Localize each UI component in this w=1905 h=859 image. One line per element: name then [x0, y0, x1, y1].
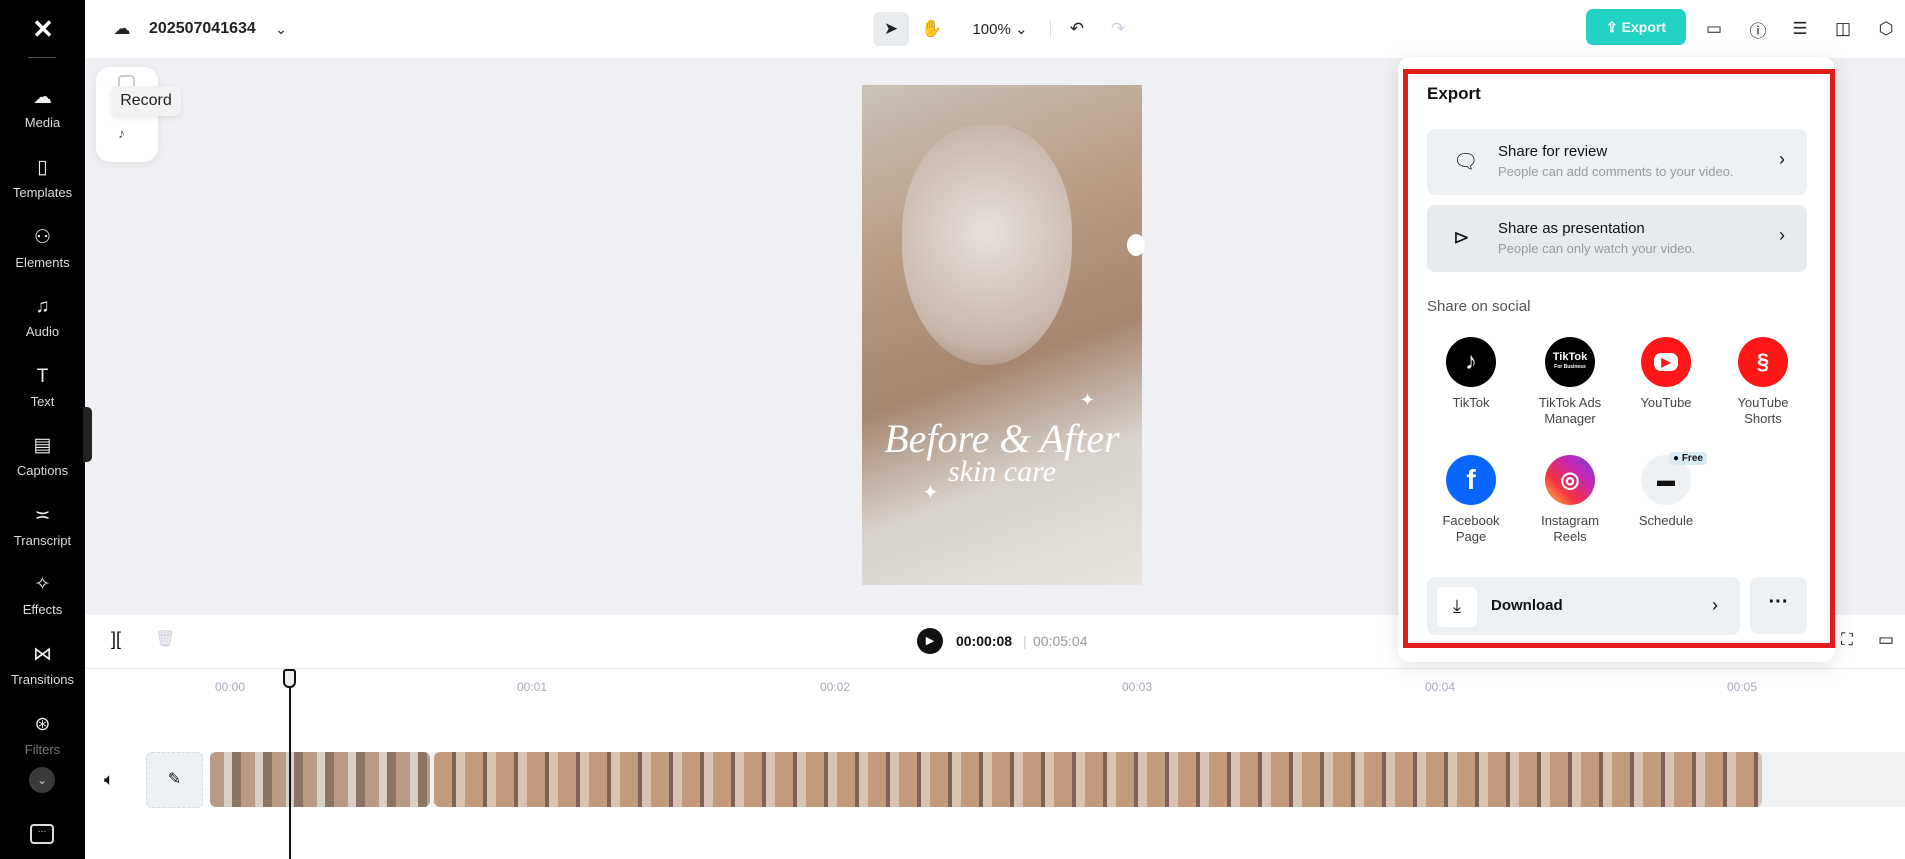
collapse-sidebar-handle[interactable]: [83, 407, 92, 462]
ruler-tick: 00:00: [215, 680, 246, 694]
time-separator: |: [1023, 633, 1027, 649]
effects-icon: ✧: [34, 574, 51, 595]
divider: [85, 668, 1905, 669]
edit-cover-button[interactable]: ✎: [146, 752, 203, 808]
preview-icon[interactable]: ▭: [1878, 630, 1894, 650]
cloud-upload-icon: ☁: [33, 87, 52, 108]
resize-handle[interactable]: [1127, 234, 1145, 256]
sidebar-item-transcript[interactable]: ≍ Transcript: [0, 504, 85, 568]
select-tool-icon[interactable]: ➤: [873, 12, 909, 46]
keyboard-shortcuts-icon[interactable]: ⋯: [30, 824, 54, 844]
video-clip[interactable]: [210, 752, 430, 807]
sidebar-item-text[interactable]: T Text: [0, 365, 85, 429]
sidebar-item-elements[interactable]: ⚇ Elements: [0, 226, 85, 290]
templates-icon: ▯: [37, 157, 48, 178]
ruler-tick: 00:03: [1122, 680, 1153, 694]
highlight-box: [1403, 69, 1835, 648]
hand-tool-icon[interactable]: ✋: [914, 12, 950, 46]
transitions-icon: ⋈: [33, 644, 52, 665]
split-icon[interactable]: ][: [111, 629, 121, 650]
ruler-tick: 00:01: [517, 680, 548, 694]
divider: [1050, 20, 1051, 38]
transcript-icon: ≍: [34, 505, 51, 526]
sidebar: ✕ ☁ Media ▯ Templates ⚇ Elements ♫ Audio T Te…: [0, 0, 85, 859]
delete-icon[interactable]: 🗑: [155, 629, 175, 649]
export-button[interactable]: ⇪ Export: [1586, 9, 1686, 45]
total-time: 00:05:04: [1033, 633, 1088, 649]
help-icon[interactable]: ⓘ: [1743, 12, 1773, 46]
ruler-tick: 00:02: [820, 680, 851, 694]
ruler-tick: 00:04: [1425, 680, 1456, 694]
redo-icon[interactable]: ↷: [1103, 12, 1133, 46]
video-subtitle-text: skin care: [947, 455, 1057, 488]
sidebar-item-audio[interactable]: ♫ Audio: [0, 295, 85, 359]
capcut-logo[interactable]: ✕: [26, 14, 60, 44]
tooltip: Record: [111, 86, 181, 116]
undo-icon[interactable]: ↶: [1062, 12, 1092, 46]
sidebar-item-effects[interactable]: ✧ Effects: [0, 573, 85, 637]
screen-download-icon[interactable]: ▭: [1699, 12, 1729, 46]
top-bar: ☁ 202507041634 ⌄ ➤ ✋ 100% ⌄ ↶ ↷ ⇪ Export…: [85, 0, 1905, 58]
chevron-down-icon[interactable]: ⌄: [271, 12, 291, 46]
play-button[interactable]: ▶: [917, 628, 943, 654]
sidebar-item-transitions[interactable]: ⋈ Transitions: [0, 643, 85, 707]
elements-icon: ⚇: [33, 227, 52, 248]
playhead[interactable]: [289, 670, 291, 859]
current-time: 00:00:08: [956, 633, 1013, 649]
settings-icon[interactable]: ⬡: [1871, 12, 1901, 46]
sidebar-item-captions[interactable]: ▤ Captions: [0, 434, 85, 498]
divider: [28, 57, 56, 58]
project-name[interactable]: 202507041634: [149, 12, 256, 46]
tiktok-icon[interactable]: ♪: [118, 125, 125, 141]
layout-panel-icon[interactable]: ◫: [1828, 12, 1858, 46]
captions-icon: ▤: [33, 435, 52, 456]
text-icon: T: [36, 366, 49, 387]
zoom-value: 100%: [972, 20, 1011, 38]
sidebar-item-templates[interactable]: ▯ Templates: [0, 156, 85, 220]
fullscreen-icon[interactable]: ⛶: [1841, 630, 1853, 650]
cloud-save-icon[interactable]: ☁: [107, 12, 137, 46]
video-frame-image: [902, 125, 1072, 365]
sidebar-item-media[interactable]: ☁ Media: [0, 86, 85, 150]
sparkle-icon: ✦: [1080, 390, 1096, 410]
ruler-tick: 00:05: [1727, 680, 1758, 694]
upload-icon: ⇪: [1606, 18, 1622, 35]
volume-icon[interactable]: 🔈︎: [104, 770, 114, 790]
layers-icon[interactable]: ☰: [1785, 12, 1815, 46]
zoom-dropdown[interactable]: 100% ⌄: [965, 12, 1035, 46]
expand-more-button[interactable]: ⌄: [29, 767, 55, 793]
video-clip[interactable]: [434, 752, 1762, 807]
music-icon: ♫: [35, 296, 50, 317]
video-preview[interactable]: Before & After skin care ✦ ✦: [862, 85, 1142, 585]
sparkle-icon: ✦: [922, 482, 939, 504]
playhead-handle[interactable]: [283, 669, 296, 688]
filters-icon: ⊛: [34, 714, 51, 735]
